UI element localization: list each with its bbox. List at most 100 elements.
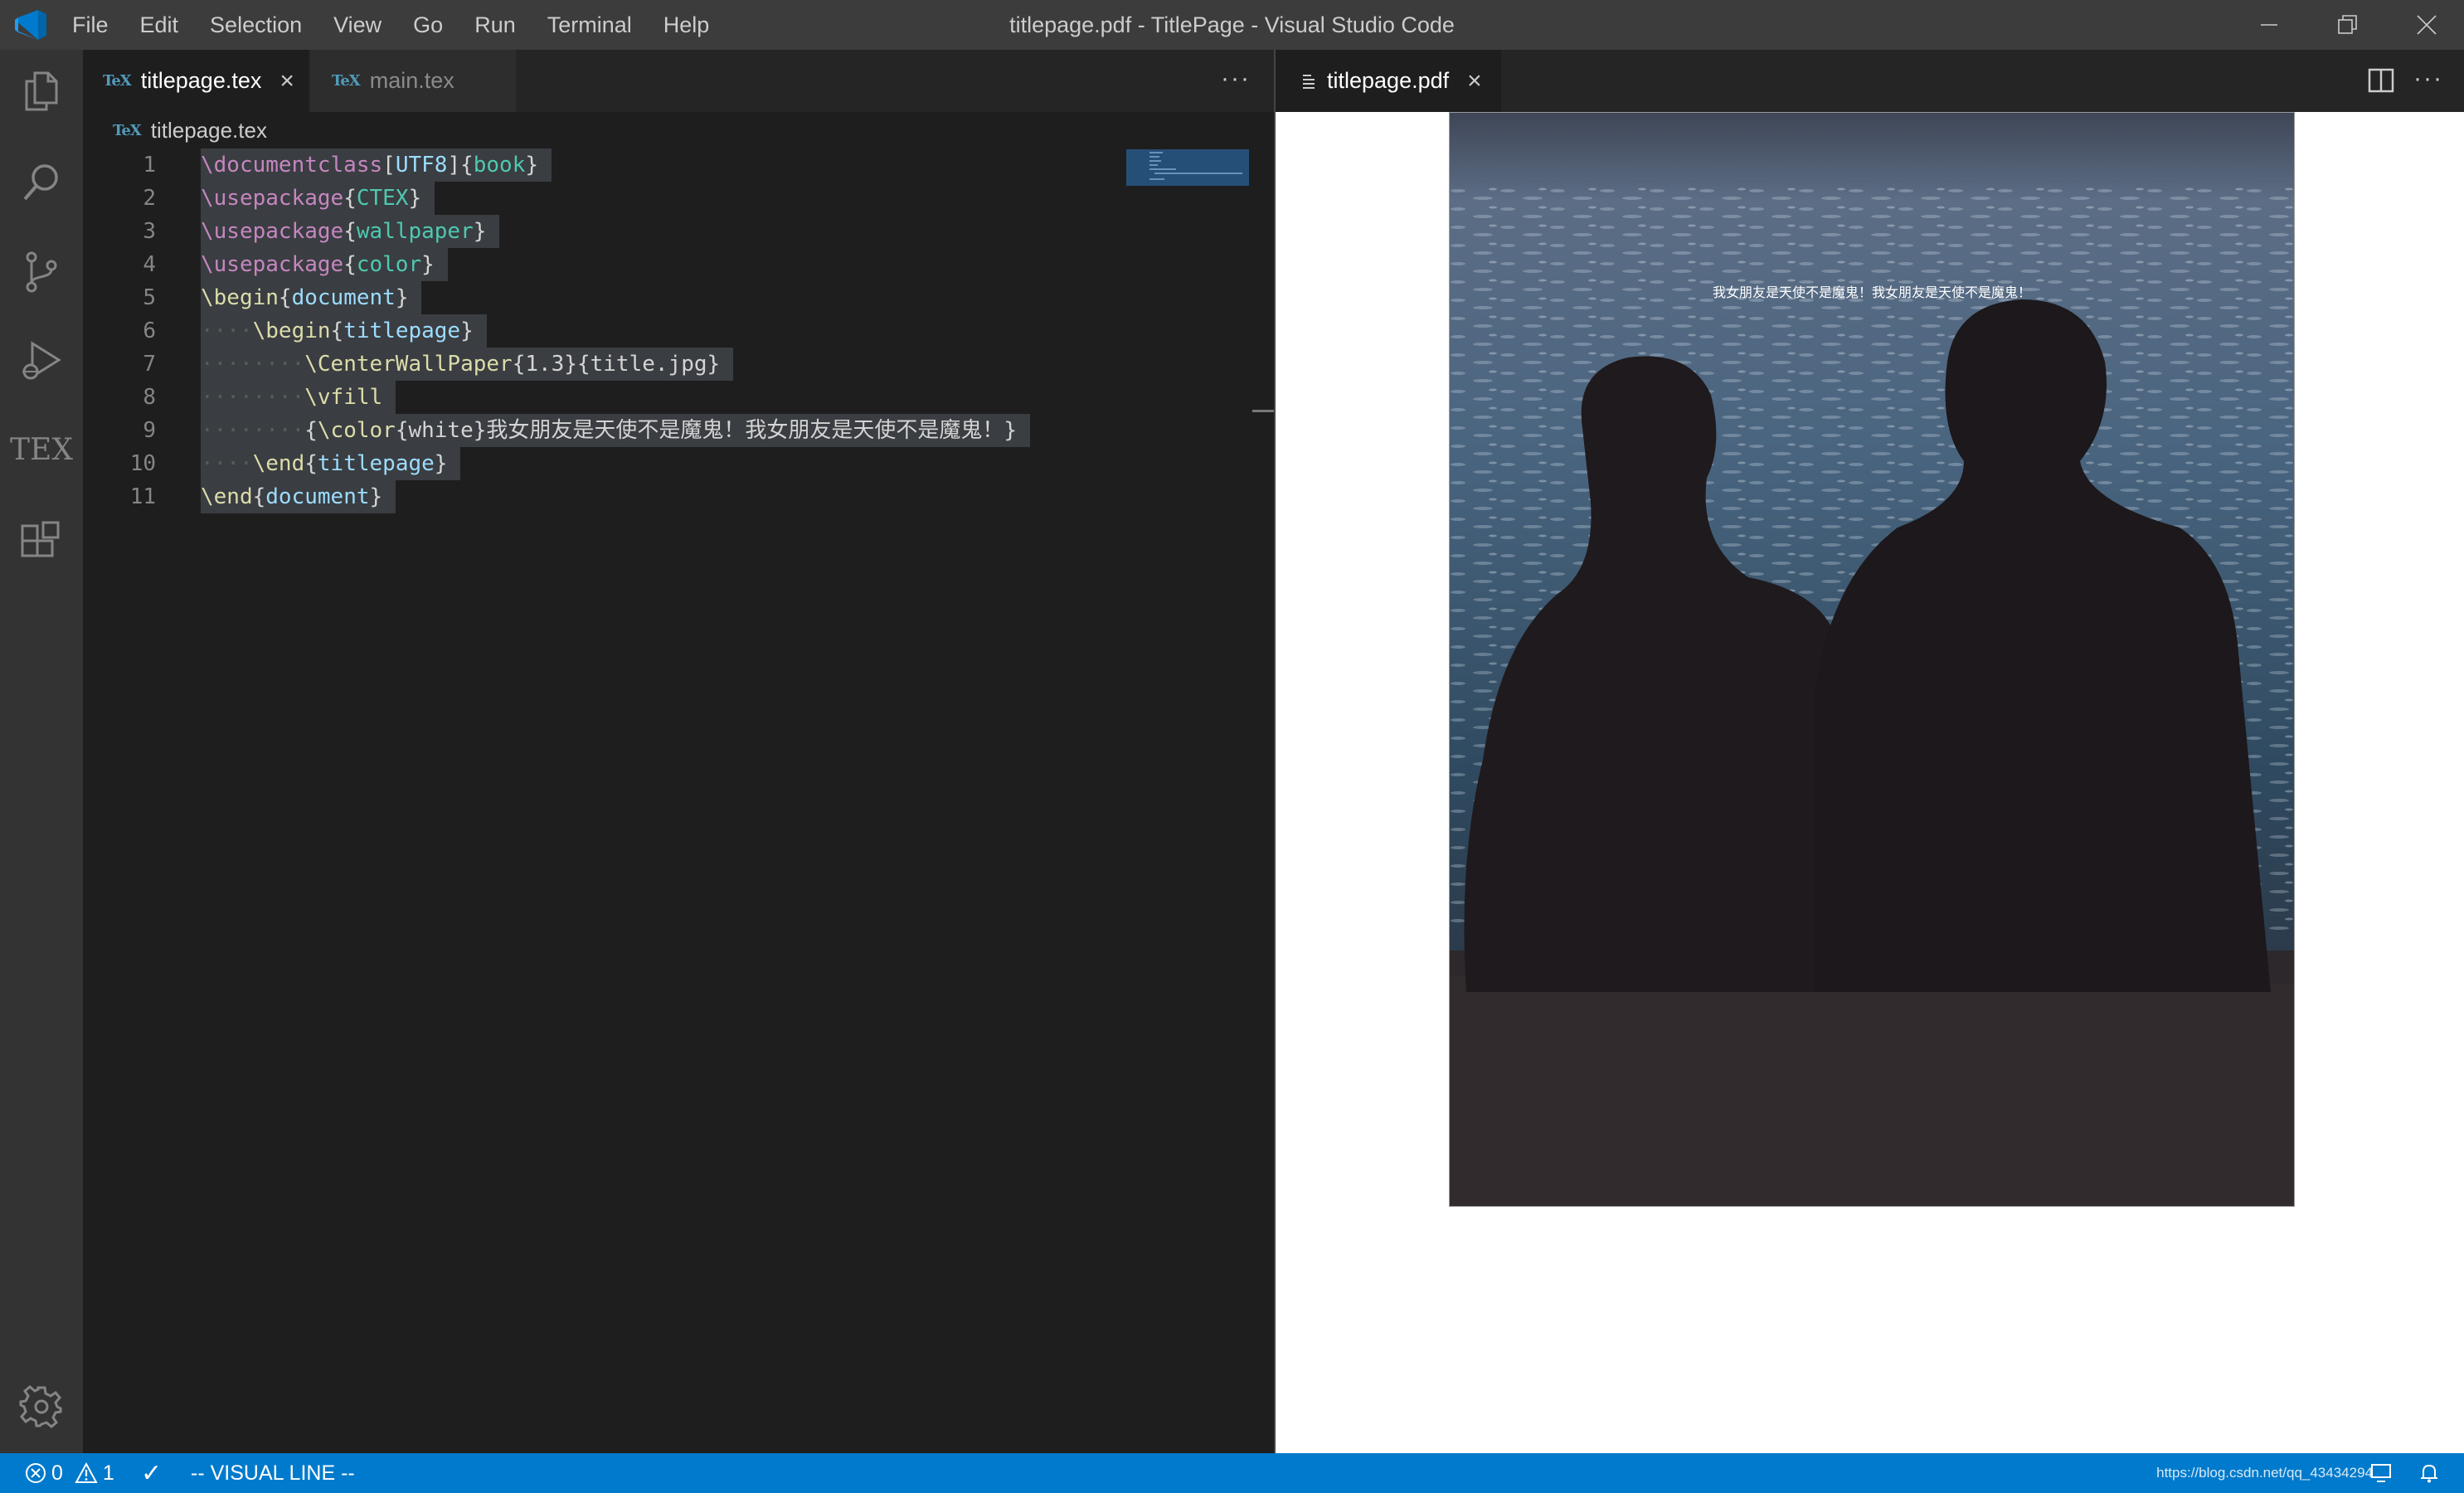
menu-terminal[interactable]: Terminal bbox=[532, 0, 648, 50]
error-count: 0 bbox=[51, 1461, 63, 1485]
editor-tab-bar: TeX titlepage.tex × TeX main.tex ··· bbox=[83, 50, 1274, 112]
scrollbar-marker[interactable] bbox=[1252, 410, 1274, 412]
manage-button[interactable] bbox=[0, 1365, 83, 1448]
explorer-button[interactable] bbox=[0, 50, 83, 133]
tex-file-icon: TeX bbox=[113, 121, 142, 139]
restore-icon bbox=[2338, 15, 2357, 34]
run-debug-icon bbox=[22, 341, 61, 380]
check-icon[interactable]: ✓ bbox=[141, 1453, 162, 1493]
feedback-button[interactable] bbox=[2370, 1453, 2392, 1493]
remote-icon bbox=[2371, 1464, 2391, 1482]
vscode-logo-icon bbox=[12, 8, 48, 41]
menu-selection[interactable]: Selection bbox=[194, 0, 318, 50]
code-text: ····\end{titlepage} bbox=[201, 447, 461, 480]
close-tab-icon[interactable]: × bbox=[279, 67, 294, 95]
title-bar: File Edit Selection View Go Run Terminal… bbox=[0, 0, 2464, 50]
status-bar: 0 1 ✓ -- VISUAL LINE -- https://blog.csd… bbox=[0, 1453, 2464, 1493]
tab-titlepage-pdf[interactable]: titlepage.pdf × bbox=[1276, 50, 1501, 112]
more-actions-icon[interactable]: ··· bbox=[2413, 65, 2443, 93]
menu-help[interactable]: Help bbox=[648, 0, 726, 50]
menu-bar: File Edit Selection View Go Run Terminal… bbox=[56, 0, 725, 50]
line-number: 4 bbox=[143, 252, 156, 277]
bell-icon bbox=[2421, 1464, 2437, 1483]
code-line: 2 \usepackage{CTEX} bbox=[83, 182, 1244, 215]
close-tab-icon[interactable]: × bbox=[1467, 67, 1482, 95]
problems-indicator[interactable]: 0 1 bbox=[25, 1453, 114, 1493]
line-number: 6 bbox=[143, 319, 156, 343]
extensions-icon bbox=[21, 521, 60, 557]
files-icon bbox=[25, 71, 58, 111]
split-editor-button[interactable] bbox=[2367, 66, 2395, 99]
more-actions-icon[interactable]: ··· bbox=[1221, 65, 1251, 93]
code-line: 6 ····\begin{titlepage} bbox=[83, 314, 1244, 348]
menu-view[interactable]: View bbox=[318, 0, 397, 50]
close-icon bbox=[2417, 15, 2437, 35]
restore-button[interactable] bbox=[2311, 0, 2385, 50]
source-control-icon bbox=[26, 251, 57, 293]
run-debug-button[interactable] bbox=[0, 319, 83, 402]
code-line: 10 ····\end{titlepage} bbox=[83, 447, 1244, 480]
code-text: ····\begin{titlepage} bbox=[201, 314, 487, 348]
line-number: 11 bbox=[129, 484, 156, 509]
line-number: 10 bbox=[129, 451, 156, 476]
tex-file-icon: TeX bbox=[103, 72, 132, 90]
tab-titlepage-tex[interactable]: TeX titlepage.tex × bbox=[83, 50, 309, 112]
menu-edit[interactable]: Edit bbox=[124, 0, 195, 50]
notifications-button[interactable] bbox=[2418, 1453, 2440, 1493]
tex-icon: TEX bbox=[10, 432, 73, 467]
line-number: 3 bbox=[143, 219, 156, 244]
breadcrumb-file[interactable]: titlepage.tex bbox=[151, 118, 267, 143]
tex-file-icon: TeX bbox=[332, 72, 361, 90]
line-number: 8 bbox=[143, 385, 156, 410]
code-line: 7 ········\CenterWallPaper{1.3}{title.jp… bbox=[83, 348, 1244, 381]
search-icon bbox=[23, 164, 58, 201]
code-line: 8 ········\vfill bbox=[83, 381, 1244, 414]
source-control-button[interactable] bbox=[0, 231, 83, 314]
tab-main-tex[interactable]: TeX main.tex bbox=[310, 50, 516, 112]
error-icon bbox=[26, 1463, 46, 1483]
tab-label: main.tex bbox=[369, 68, 454, 93]
menu-go[interactable]: Go bbox=[397, 0, 459, 50]
pdf-tab-bar: titlepage.pdf × ··· bbox=[1276, 50, 2464, 112]
pdf-title-text: 我女朋友是天使不是魔鬼！我女朋友是天使不是魔鬼！ bbox=[1712, 284, 2031, 300]
wallpaper-photo bbox=[1450, 113, 2294, 1206]
close-window-button[interactable] bbox=[2389, 0, 2464, 50]
pdf-file-icon bbox=[1303, 74, 1315, 89]
vim-mode: -- VISUAL LINE -- bbox=[191, 1461, 355, 1485]
extensions-button[interactable] bbox=[0, 502, 83, 585]
code-text: \begin{document} bbox=[201, 281, 422, 314]
code-text: ········\vfill bbox=[201, 381, 396, 414]
menu-run[interactable]: Run bbox=[459, 0, 532, 50]
line-number: 9 bbox=[143, 418, 156, 443]
line-number: 7 bbox=[143, 352, 156, 377]
split-editor-icon bbox=[2368, 68, 2394, 93]
code-text: ········\CenterWallPaper{1.3}{title.jpg} bbox=[201, 348, 734, 381]
minimize-button[interactable] bbox=[2232, 0, 2306, 50]
code-editor[interactable]: 1 \documentclass[UTF8]{book} 2 \usepacka… bbox=[83, 148, 1274, 1453]
code-line: 5 \begin{document} bbox=[83, 281, 1244, 314]
line-number: 1 bbox=[143, 153, 156, 178]
code-line: 11 \end{document} bbox=[83, 480, 1244, 513]
pdf-page: 我女朋友是天使不是魔鬼！我女朋友是天使不是魔鬼！ bbox=[1449, 112, 2295, 1207]
tab-label: titlepage.pdf bbox=[1327, 68, 1450, 93]
tex-button[interactable]: TEX bbox=[0, 408, 83, 491]
minimize-icon bbox=[2261, 24, 2277, 26]
tab-label: titlepage.tex bbox=[140, 68, 262, 93]
gear-icon bbox=[19, 1385, 62, 1428]
menu-file[interactable]: File bbox=[56, 0, 124, 50]
line-number: 5 bbox=[143, 285, 156, 310]
line-number: 2 bbox=[143, 186, 156, 211]
code-line: 1 \documentclass[UTF8]{book} bbox=[83, 148, 1244, 182]
minimap[interactable] bbox=[1126, 149, 1249, 186]
code-text: \usepackage{color} bbox=[201, 248, 448, 281]
code-text: \usepackage{wallpaper} bbox=[201, 215, 500, 248]
watermark-url: https://blog.csdn.net/qq_43434294 bbox=[2156, 1465, 2373, 1481]
code-line: 9 ········{\color{white}我女朋友是天使不是魔鬼！我女朋友… bbox=[83, 414, 1244, 447]
activity-bar: TEX bbox=[0, 50, 83, 1453]
code-text: ········{\color{white}我女朋友是天使不是魔鬼！我女朋友是天… bbox=[201, 414, 1031, 447]
pdf-viewer[interactable]: 我女朋友是天使不是魔鬼！我女朋友是天使不是魔鬼！ bbox=[1276, 112, 2464, 1453]
code-line: 3 \usepackage{wallpaper} bbox=[83, 215, 1244, 248]
search-button[interactable] bbox=[0, 141, 83, 224]
code-text: \usepackage{CTEX} bbox=[201, 182, 435, 215]
minimap-preview bbox=[1149, 152, 1242, 180]
